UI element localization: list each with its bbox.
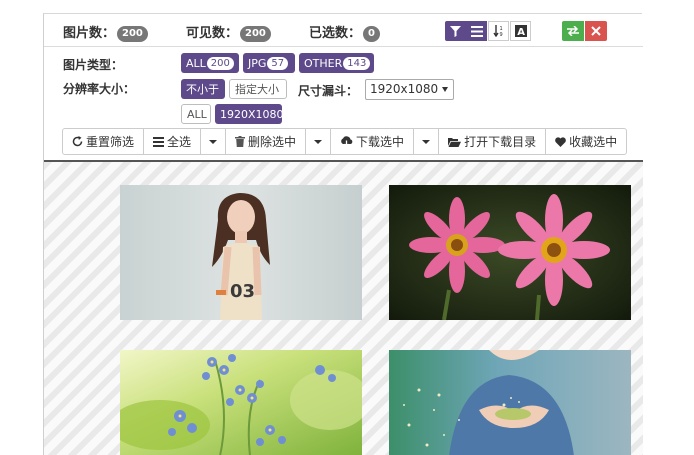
gallery-image-sparkle-hands[interactable]	[389, 350, 631, 455]
cloud-download-icon	[340, 136, 353, 147]
gallery-image-blue-flowers[interactable]	[120, 350, 362, 455]
total-count: 图片数： 200	[63, 22, 148, 42]
open-download-dir-button[interactable]: 打开下载目录	[439, 129, 547, 154]
resolution-label: 分辨率大小：	[63, 82, 136, 96]
selected-count: 已选数： 0	[309, 22, 380, 42]
selected-badge: 0	[363, 26, 380, 42]
reset-filter-label: 重置筛选	[86, 135, 135, 149]
refresh-icon	[72, 136, 83, 147]
svg-text:9: 9	[499, 32, 502, 37]
type-tag-all-label: ALL	[186, 56, 206, 70]
select-all-button[interactable]: 全选	[144, 129, 202, 154]
gallery-image-pink-flowers[interactable]	[389, 185, 631, 320]
close-icon[interactable]	[585, 21, 607, 41]
open-download-dir-label: 打开下载目录	[464, 135, 537, 149]
gallery-image-girl-portrait[interactable]: 03	[120, 185, 362, 320]
size-funnel-value: 1920x1080	[370, 82, 439, 96]
svg-text:03: 03	[230, 281, 255, 302]
type-tag-jpg-count: 57	[267, 56, 289, 70]
image-gallery: 03	[44, 162, 643, 455]
type-tag-jpg-label: JPG	[248, 56, 267, 70]
caret-down-icon	[314, 139, 323, 144]
favorite-selected-button[interactable]: 收藏选中	[546, 129, 626, 154]
visible-label: 可见数：	[186, 26, 239, 41]
download-selected-label: 下载选中	[356, 135, 405, 149]
list-icon	[153, 136, 165, 147]
type-tag-jpg[interactable]: JPG 57	[243, 53, 295, 73]
visible-count: 可见数： 200	[186, 22, 271, 42]
total-badge: 200	[117, 26, 148, 42]
image-manager-panel: 图片数： 200 可见数： 200 已选数： 0 19 A 图片类型： ALL 200	[43, 13, 643, 455]
mode-min-button[interactable]: 不小于	[181, 79, 225, 99]
size-funnel-select[interactable]: 1920x1080	[365, 79, 454, 100]
select-dropdown-toggle[interactable]	[201, 129, 227, 154]
res-1920-button[interactable]: 1920X1080	[215, 104, 284, 124]
stats-bar: 图片数： 200 可见数： 200 已选数： 0 19 A	[44, 14, 643, 47]
sort-icon[interactable]: 19	[488, 21, 509, 41]
trash-icon	[235, 136, 246, 147]
type-tag-all-count: 200	[206, 56, 234, 70]
download-dropdown-toggle[interactable]	[414, 129, 440, 154]
caret-down-icon	[422, 139, 431, 144]
heart-icon	[555, 136, 566, 147]
caret-down-icon	[209, 139, 218, 144]
favorite-selected-label: 收藏选中	[569, 135, 618, 149]
reset-filter-button[interactable]: 重置筛选	[63, 129, 145, 154]
type-tag-other-count: 143	[343, 56, 371, 70]
funnel-label: 尺寸漏斗：	[298, 84, 359, 98]
action-toolbar: 重置筛选 全选 删除选中 下载选中 打开下载目录 收藏选中	[62, 128, 628, 155]
delete-selected-button[interactable]: 删除选中	[226, 129, 307, 154]
select-all-label: 全选	[167, 135, 192, 149]
list-icon[interactable]	[466, 21, 487, 41]
swap-icon[interactable]	[562, 21, 584, 41]
folder-open-icon	[448, 137, 462, 147]
delete-selected-label: 删除选中	[248, 135, 297, 149]
delete-dropdown-toggle[interactable]	[306, 129, 332, 154]
selected-label: 已选数：	[309, 26, 362, 41]
mode-exact-button[interactable]: 指定大小	[229, 79, 287, 99]
res-all-button[interactable]: ALL	[181, 104, 211, 124]
type-tag-other-label: OTHER	[304, 56, 343, 70]
total-label: 图片数：	[63, 26, 116, 41]
font-icon[interactable]: A	[510, 21, 531, 41]
chevron-down-icon	[442, 87, 448, 92]
type-tag-all[interactable]: ALL 200	[181, 53, 239, 73]
type-label: 图片类型：	[63, 58, 124, 72]
visible-badge: 200	[240, 26, 271, 42]
svg-text:A: A	[517, 27, 525, 37]
type-tag-other[interactable]: OTHER 143	[299, 53, 374, 73]
download-selected-button[interactable]: 下载选中	[331, 129, 415, 154]
filter-icon[interactable]	[445, 21, 466, 41]
